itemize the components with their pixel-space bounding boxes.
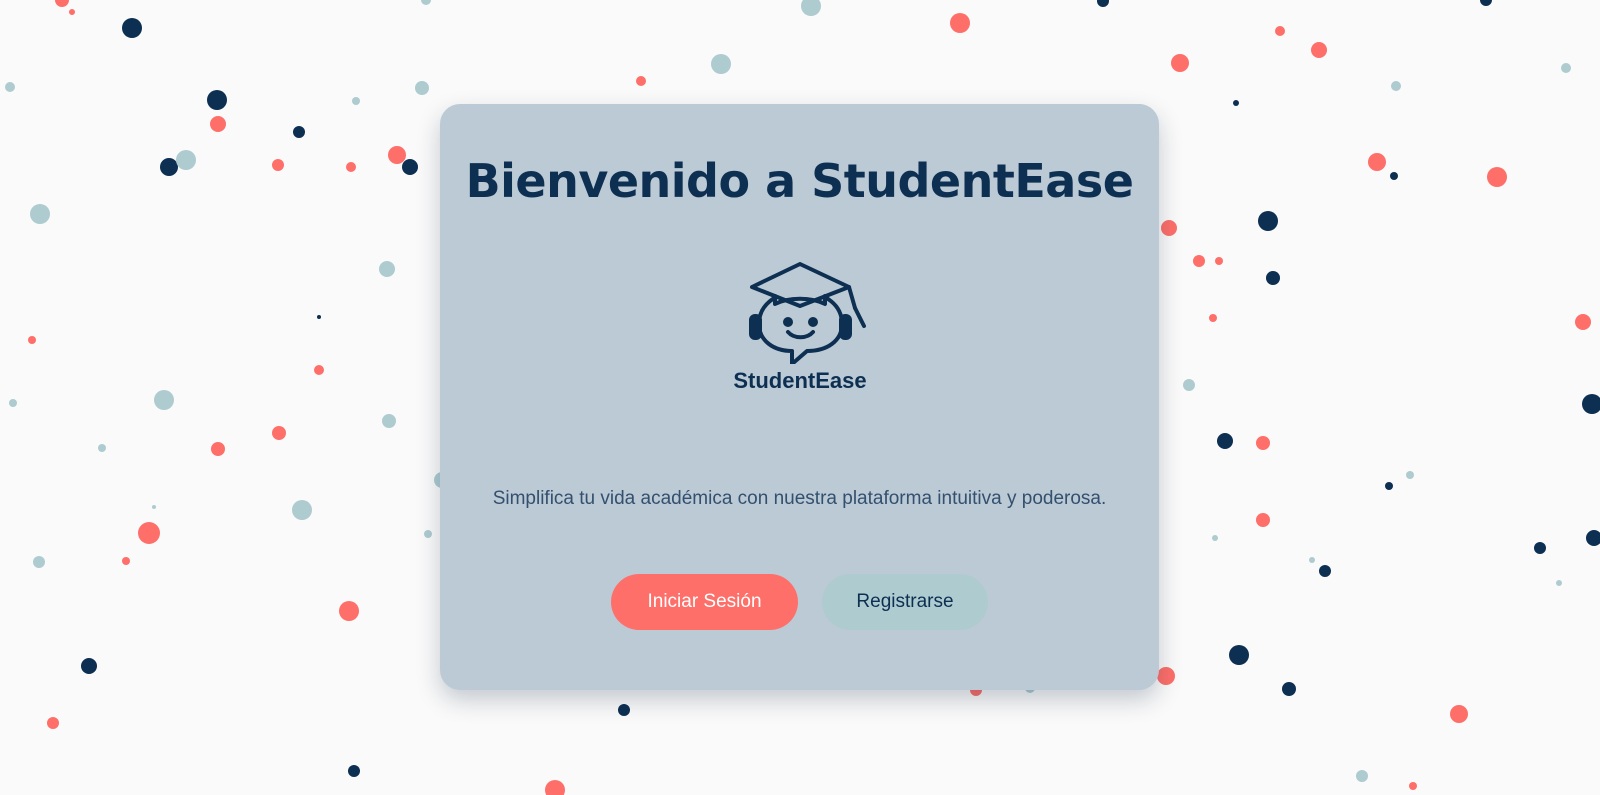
register-button[interactable]: Registrarse: [822, 574, 988, 630]
dot: [1409, 782, 1417, 790]
dot: [1309, 557, 1315, 563]
dot: [1556, 580, 1562, 586]
dot: [55, 0, 69, 7]
dot: [1406, 471, 1414, 479]
dot: [950, 13, 970, 33]
dot: [801, 0, 821, 16]
dot: [711, 54, 731, 74]
dot: [1233, 100, 1239, 106]
dot: [1256, 513, 1270, 527]
dot: [1319, 565, 1331, 577]
dot: [1487, 167, 1507, 187]
dot: [81, 658, 97, 674]
page-title: Bienvenido a StudentEase: [465, 154, 1134, 208]
dot: [160, 158, 178, 176]
dot: [1275, 26, 1285, 36]
dot: [1311, 42, 1327, 58]
dot: [1586, 530, 1600, 546]
dot: [5, 82, 15, 92]
dot: [415, 81, 429, 95]
dot: [138, 522, 160, 544]
tagline: Simplifica tu vida académica con nuestra…: [492, 488, 1107, 509]
dot: [69, 9, 75, 15]
dot: [98, 444, 106, 452]
login-button[interactable]: Iniciar Sesión: [611, 574, 798, 630]
dot: [293, 126, 305, 138]
dot: [272, 159, 284, 171]
dot: [314, 365, 324, 375]
dot: [618, 704, 630, 716]
auth-actions: Iniciar Sesión Registrarse: [440, 574, 1159, 630]
dot: [47, 717, 59, 729]
dot: [348, 765, 360, 777]
dot: [379, 261, 395, 277]
dot: [545, 780, 565, 795]
dot: [33, 556, 45, 568]
dot: [1171, 54, 1189, 72]
dot: [1183, 379, 1195, 391]
dot: [352, 97, 360, 105]
dot: [211, 442, 225, 456]
studentease-logo: StudentEase: [719, 262, 881, 412]
dot: [1385, 482, 1393, 490]
dot: [207, 90, 227, 110]
dot: [1391, 81, 1401, 91]
dot: [1282, 682, 1296, 696]
graduate-chatbot-icon: [749, 262, 866, 364]
dot: [28, 336, 36, 344]
dot: [1575, 314, 1591, 330]
dot: [1368, 153, 1386, 171]
dot: [1161, 220, 1177, 236]
dot: [636, 76, 646, 86]
dot: [388, 146, 406, 164]
dot: [122, 18, 142, 38]
dot: [272, 426, 286, 440]
dot: [1266, 271, 1280, 285]
dot: [382, 414, 396, 428]
dot: [317, 315, 321, 319]
dot: [176, 150, 196, 170]
dot: [1097, 0, 1109, 7]
dot: [1450, 705, 1468, 723]
welcome-card: Bienvenido a StudentEase StudentEase Sim…: [440, 104, 1159, 690]
dot: [1157, 667, 1175, 685]
dot: [339, 601, 359, 621]
dot: [1480, 0, 1492, 6]
dot: [1215, 257, 1223, 265]
dot: [30, 204, 50, 224]
dot: [292, 500, 312, 520]
dot: [1534, 542, 1546, 554]
logo-wordmark: StudentEase: [733, 368, 867, 393]
dot: [402, 159, 418, 175]
dot: [154, 390, 174, 410]
dot: [1217, 433, 1233, 449]
dot: [152, 505, 156, 509]
dot: [1209, 314, 1217, 322]
dot: [1229, 645, 1249, 665]
dot: [424, 530, 432, 538]
dot: [1193, 255, 1205, 267]
dot: [1356, 770, 1368, 782]
dot: [1582, 394, 1600, 414]
dot: [9, 399, 17, 407]
dot: [1212, 535, 1218, 541]
dot: [1258, 211, 1278, 231]
dot: [1390, 172, 1398, 180]
dot: [122, 557, 130, 565]
dot: [346, 162, 356, 172]
dot: [210, 116, 226, 132]
dot: [421, 0, 431, 5]
dot: [1256, 436, 1270, 450]
dot: [1561, 63, 1571, 73]
